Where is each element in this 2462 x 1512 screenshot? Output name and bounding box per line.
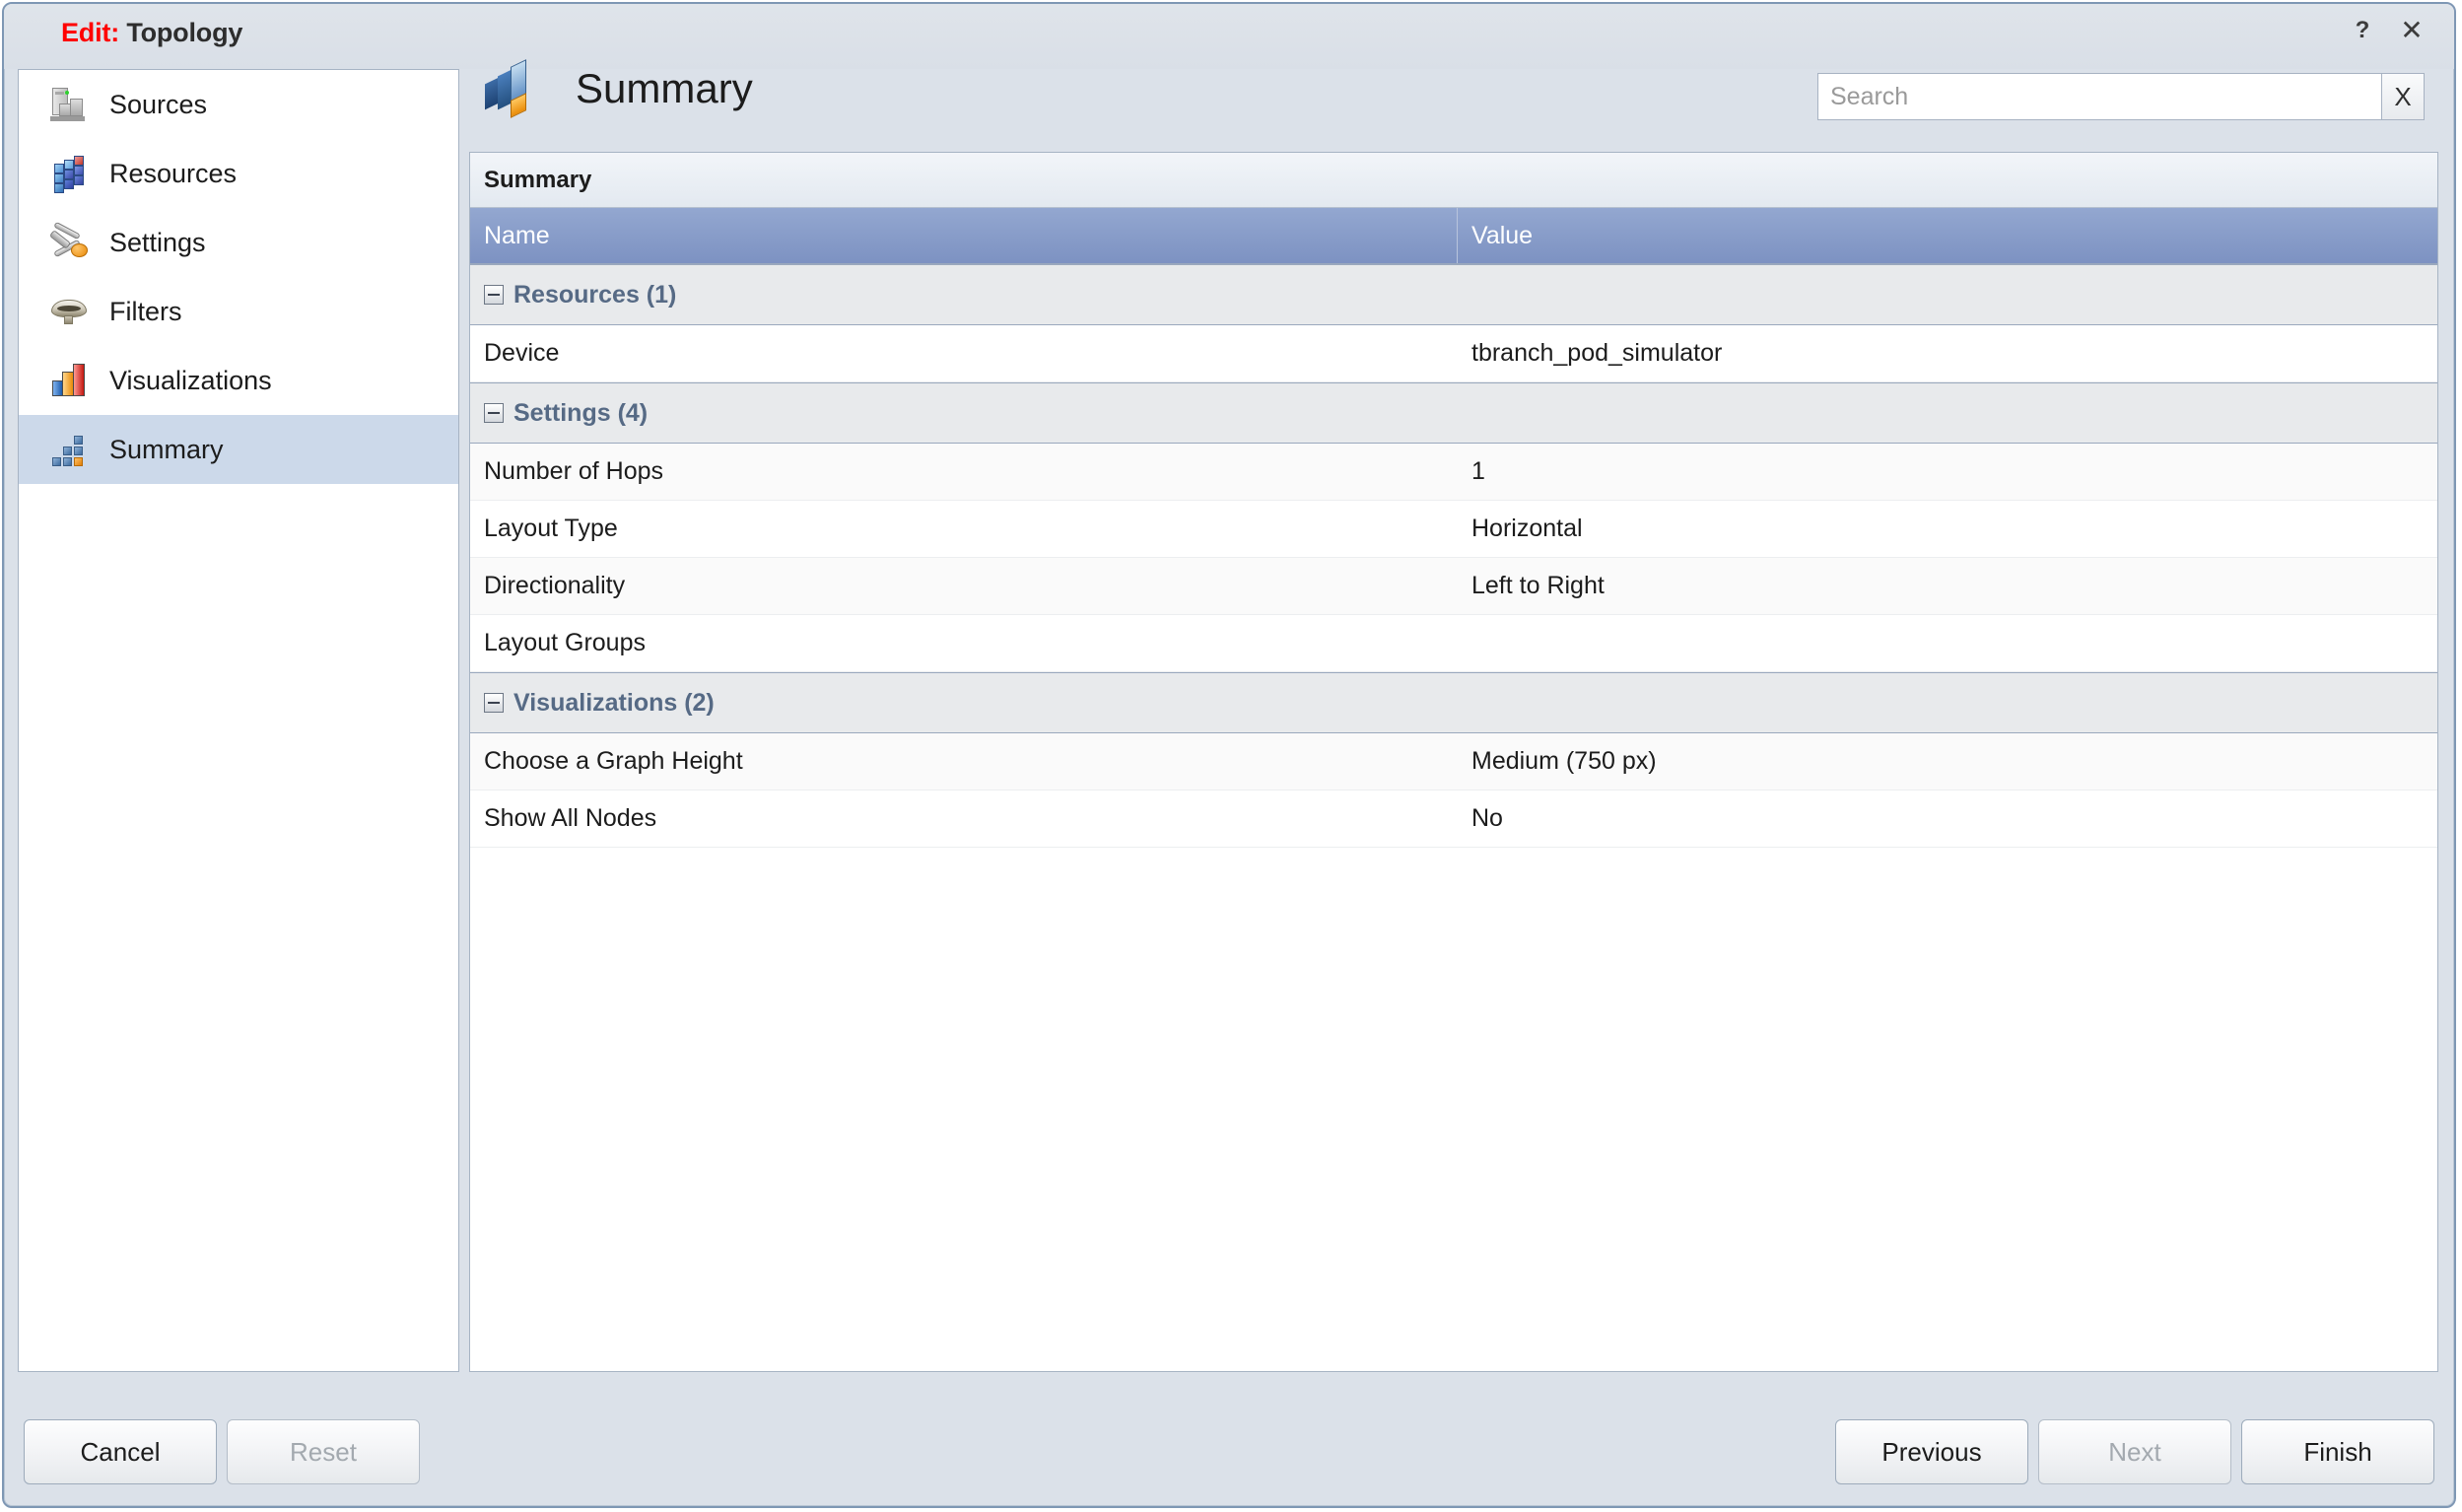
collapse-minus-icon[interactable] xyxy=(484,403,504,423)
bar-chart-icon xyxy=(46,358,92,403)
panel-title: Summary xyxy=(470,153,2437,208)
table-row[interactable]: Layout Groups xyxy=(470,615,2437,672)
sidebar-item-sources[interactable]: Sources xyxy=(19,70,458,139)
next-button[interactable]: Next xyxy=(2038,1419,2231,1484)
row-name: Number of Hops xyxy=(484,457,664,485)
table-row[interactable]: Layout Type Horizontal xyxy=(470,501,2437,558)
group-label: Settings (4) xyxy=(513,398,649,427)
summary-panel: Summary Name Value Resources (1) Device … xyxy=(469,152,2438,1372)
row-name: Device xyxy=(484,339,560,367)
row-value xyxy=(1458,615,2437,671)
group-label: Visualizations (2) xyxy=(513,688,715,717)
sidebar-item-filters[interactable]: Filters xyxy=(19,277,458,346)
row-name: Layout Type xyxy=(484,515,618,542)
group-label: Resources (1) xyxy=(513,280,677,309)
row-name: Directionality xyxy=(484,572,626,599)
row-name: Layout Groups xyxy=(484,629,646,656)
row-name: Show All Nodes xyxy=(484,804,657,832)
column-header-value[interactable]: Value xyxy=(1458,208,2437,263)
search-input[interactable] xyxy=(1817,73,2381,120)
row-value: Left to Right xyxy=(1471,572,1605,599)
tools-icon xyxy=(46,220,92,265)
sidebar-item-label: Filters xyxy=(109,296,182,326)
cube-icon xyxy=(46,151,92,196)
row-value: No xyxy=(1471,804,1503,832)
sidebar-item-summary[interactable]: Summary xyxy=(19,415,458,484)
row-value: Medium (750 px) xyxy=(1471,747,1657,775)
sidebar-item-label: Visualizations xyxy=(109,365,272,395)
table-row[interactable]: Number of Hops 1 xyxy=(470,444,2437,501)
cancel-button[interactable]: Cancel xyxy=(24,1419,217,1484)
summary-blocks-icon xyxy=(485,59,546,124)
table-row[interactable]: Device tbranch_pod_simulator xyxy=(470,325,2437,382)
sidebar-item-label: Settings xyxy=(109,227,206,257)
collapse-minus-icon[interactable] xyxy=(484,285,504,305)
page-title: Summary xyxy=(576,65,753,111)
table-row[interactable]: Directionality Left to Right xyxy=(470,558,2437,615)
collapse-minus-icon[interactable] xyxy=(484,693,504,713)
table-header-row: Name Value xyxy=(470,208,2437,264)
dialog-titlebar: Edit: Topology ? ✕ xyxy=(4,4,2454,69)
wizard-sidebar: Sources Resources Settings Filters Visua… xyxy=(18,69,459,1372)
dialog-title-main: Topology xyxy=(126,18,243,47)
close-icon[interactable]: ✕ xyxy=(2395,14,2428,47)
group-header-row[interactable]: Settings (4) xyxy=(470,382,2437,444)
dialog-title-prefix: Edit: xyxy=(61,18,119,47)
group-header-row[interactable]: Visualizations (2) xyxy=(470,672,2437,733)
row-value: tbranch_pod_simulator xyxy=(1471,339,1723,367)
sidebar-item-visualizations[interactable]: Visualizations xyxy=(19,346,458,415)
sidebar-item-resources[interactable]: Resources xyxy=(19,139,458,208)
footer-left-actions: Cancel Reset xyxy=(24,1419,420,1484)
finish-button[interactable]: Finish xyxy=(2241,1419,2434,1484)
edit-topology-dialog: Edit: Topology ? ✕ Sources Resources Set… xyxy=(2,2,2456,1508)
table-row[interactable]: Show All Nodes No xyxy=(470,790,2437,848)
column-header-name[interactable]: Name xyxy=(470,208,1458,263)
footer-right-actions: Previous Next Finish xyxy=(1835,1419,2434,1484)
previous-button[interactable]: Previous xyxy=(1835,1419,2028,1484)
help-icon[interactable]: ? xyxy=(2346,14,2379,47)
row-value: Horizontal xyxy=(1471,515,1583,542)
search-area: X xyxy=(1817,73,2425,120)
sidebar-item-label: Summary xyxy=(109,434,224,464)
sidebar-item-label: Sources xyxy=(109,89,208,119)
clear-search-icon[interactable]: X xyxy=(2381,73,2425,120)
table-row[interactable]: Choose a Graph Height Medium (750 px) xyxy=(470,733,2437,790)
row-value: 1 xyxy=(1471,457,1485,485)
sidebar-item-label: Resources xyxy=(109,158,238,188)
reset-button[interactable]: Reset xyxy=(227,1419,420,1484)
row-name: Choose a Graph Height xyxy=(484,747,743,775)
sidebar-item-settings[interactable]: Settings xyxy=(19,208,458,277)
dialog-title: Edit: Topology xyxy=(61,18,242,48)
blocks-icon xyxy=(46,427,92,472)
group-header-row[interactable]: Resources (1) xyxy=(470,264,2437,325)
server-rack-icon xyxy=(46,82,92,127)
funnel-icon xyxy=(46,289,92,334)
